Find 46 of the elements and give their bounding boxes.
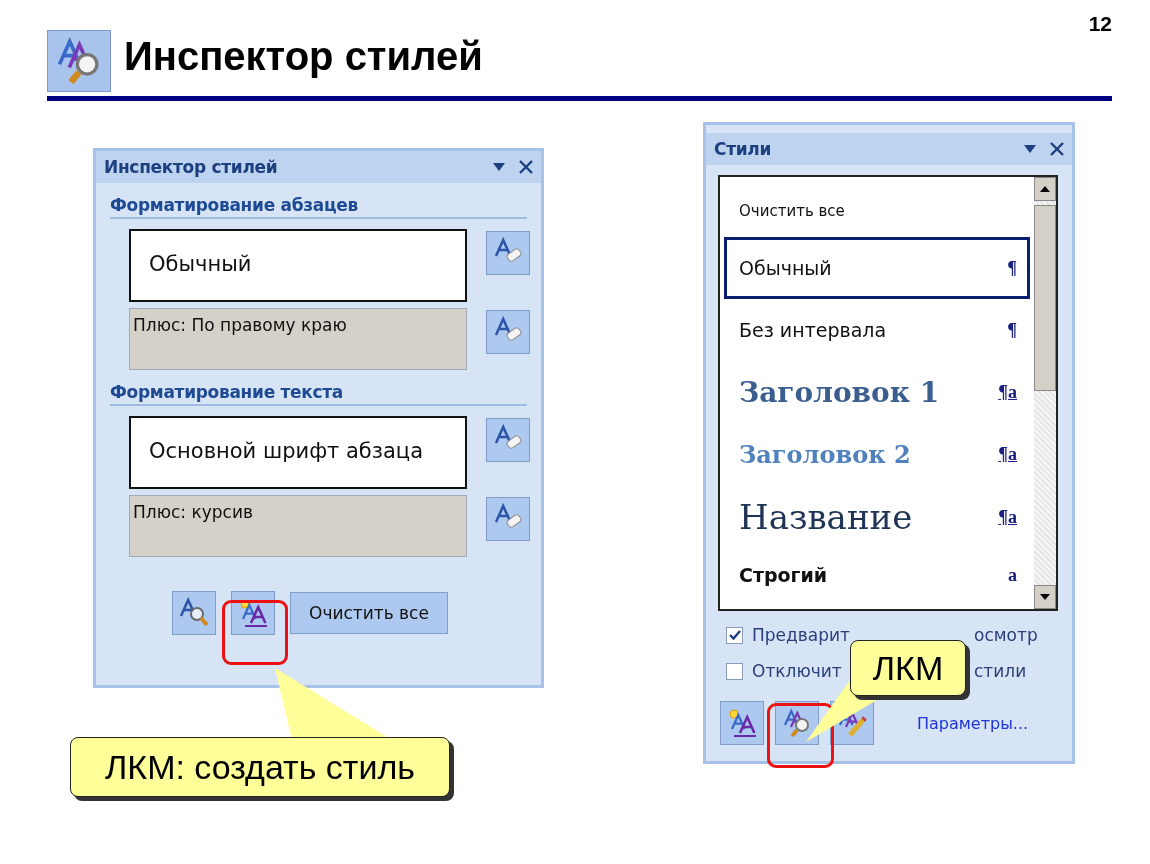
option-label: Отключит [752, 661, 842, 681]
style-box: Основной шрифт абзаца [129, 416, 467, 489]
clear-format-button[interactable] [486, 418, 530, 462]
style-item[interactable]: Заголовок 1 ¶a [724, 361, 1030, 423]
section-heading: Форматирование абзацев [110, 195, 527, 219]
style-extra-box: Плюс: По правому краю [129, 308, 467, 370]
close-icon [519, 160, 533, 174]
style-item[interactable]: Обычный ¶ [724, 237, 1030, 299]
clear-format-button[interactable] [486, 231, 530, 275]
up-arrow-icon [1040, 186, 1050, 192]
option-label: Предварит [752, 625, 850, 645]
new-style-button[interactable] [720, 701, 764, 745]
dropdown-icon [493, 163, 505, 171]
slide-title: Инспектор стилей [124, 34, 484, 79]
option-label: осмотр [974, 625, 1038, 645]
new-style-icon [726, 707, 758, 739]
scroll-up-button[interactable] [1034, 177, 1056, 201]
style-extra-box: Плюс: курсив [129, 495, 467, 557]
scroll-down-button[interactable] [1034, 585, 1056, 609]
style-box: Обычный [129, 229, 467, 302]
clear-format-button[interactable] [486, 497, 530, 541]
dropdown-icon [1024, 145, 1036, 153]
checkbox[interactable] [726, 626, 743, 644]
new-style-button[interactable] [231, 591, 275, 635]
slide-number: 12 [1088, 12, 1112, 36]
reveal-formatting-button[interactable] [172, 591, 216, 635]
clear-format-button[interactable] [486, 310, 530, 354]
new-style-icon [237, 597, 269, 629]
down-arrow-icon [1040, 594, 1050, 600]
style-item[interactable]: Очистить все [724, 185, 1030, 237]
check-icon [728, 630, 741, 640]
section-heading: Форматирование текста [110, 382, 527, 406]
option-label: стили [974, 661, 1027, 681]
checkbox[interactable] [726, 662, 743, 680]
clear-all-button[interactable]: Очистить все [290, 592, 448, 634]
scroll-thumb[interactable] [1034, 205, 1056, 391]
panel-title: Инспектор стилей [104, 157, 279, 177]
panel-title: Стили [714, 139, 773, 159]
close-icon [1050, 142, 1064, 156]
style-item[interactable]: Без интервала ¶ [724, 299, 1030, 361]
style-item[interactable]: Строгий a [724, 549, 1030, 601]
magnifier-icon [178, 597, 210, 629]
options-link[interactable]: Параметры... [917, 713, 1029, 733]
highlight-frame [222, 600, 288, 665]
style-item[interactable]: Название ¶a [724, 485, 1030, 549]
style-item[interactable]: Заголовок 2 ¶a [724, 423, 1030, 485]
